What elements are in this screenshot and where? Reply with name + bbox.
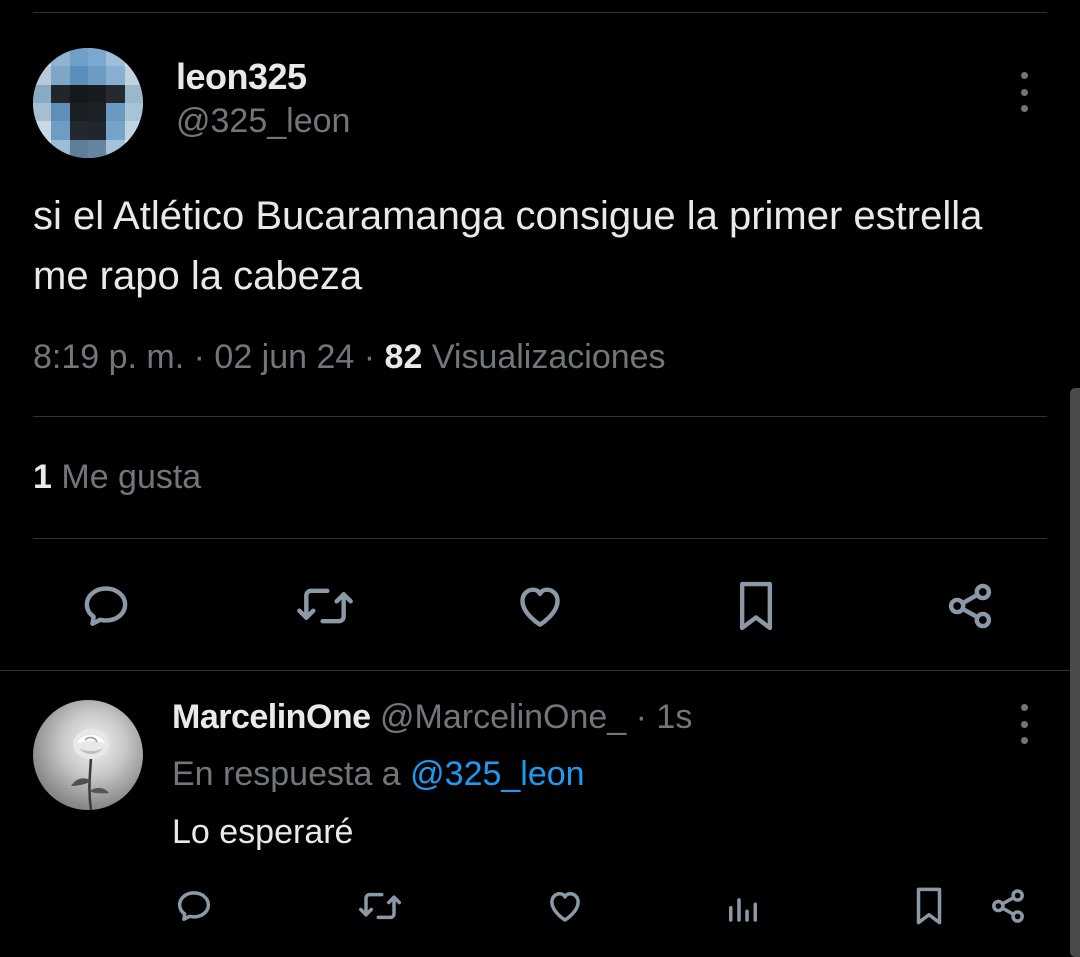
rose-avatar-image <box>71 729 109 810</box>
reply-more-options-icon[interactable] <box>1018 704 1030 744</box>
meta-separator: · <box>354 338 385 376</box>
divider <box>33 416 1047 417</box>
reply-header: MarcelinOne @MarcelinOne_ · 1s <box>172 698 692 737</box>
in-reply-to-label: En respuesta a <box>172 755 411 793</box>
share-icon <box>992 889 1024 923</box>
reply-author-handle[interactable]: @MarcelinOne_ <box>380 698 626 736</box>
reply-author-name[interactable]: MarcelinOne <box>172 698 371 736</box>
retweet-icon <box>297 588 353 624</box>
like-icon <box>520 587 560 627</box>
reply-author-avatar[interactable] <box>33 700 143 810</box>
reply-bookmark-button[interactable] <box>905 880 953 932</box>
in-reply-to: En respuesta a @325_leon <box>172 755 585 794</box>
scrollbar[interactable] <box>1070 388 1080 957</box>
reply-reply-button[interactable] <box>170 882 218 930</box>
top-divider <box>33 12 1047 13</box>
share-icon <box>948 583 992 629</box>
thread-divider <box>0 670 1080 671</box>
retweet-button[interactable] <box>290 574 360 638</box>
reply-share-button[interactable] <box>984 882 1032 930</box>
like-icon <box>550 892 580 922</box>
reply-icon <box>177 891 211 922</box>
tweet-time[interactable]: 8:19 p. m. <box>33 338 184 376</box>
reply-retweet-button[interactable] <box>354 882 406 930</box>
bookmark-button[interactable] <box>724 574 788 638</box>
reply-like-button[interactable] <box>541 882 589 930</box>
analytics-icon <box>729 898 757 922</box>
reply-time[interactable]: 1s <box>656 698 692 736</box>
in-reply-to-handle-link[interactable]: @325_leon <box>410 755 584 793</box>
likes-label: Me gusta <box>51 458 202 496</box>
tweet-meta: 8:19 p. m. · 02 jun 24 · 82 Visualizacio… <box>33 338 666 377</box>
reply-button[interactable] <box>74 574 138 638</box>
tweet-text: si el Atlético Bucaramanga consigue la p… <box>33 194 983 298</box>
reply-icon <box>84 586 128 626</box>
reply-text: Lo esperaré <box>172 813 354 851</box>
bookmark-icon <box>916 887 942 925</box>
pixelated-avatar-image <box>33 48 143 158</box>
author-display-name[interactable]: leon325 <box>176 56 307 98</box>
likes-count: 1 <box>33 458 52 496</box>
tweet-date[interactable]: 02 jun 24 <box>214 338 354 376</box>
views-count: 82 <box>384 338 423 376</box>
more-options-icon[interactable] <box>1018 72 1030 112</box>
bookmark-icon <box>739 581 773 631</box>
tweet-detail-page: leon325 @325_leon si el Atlético Bucaram… <box>0 0 1080 957</box>
divider <box>33 538 1047 539</box>
retweet-icon <box>359 892 401 920</box>
share-button[interactable] <box>938 574 1002 638</box>
views-label: Visualizaciones <box>422 338 666 376</box>
meta-separator: · <box>184 338 215 376</box>
reply-time-separator: · <box>626 698 657 736</box>
reply-analytics-button[interactable] <box>719 882 767 930</box>
author-handle[interactable]: @325_leon <box>176 102 350 141</box>
author-avatar[interactable] <box>33 48 143 158</box>
like-button[interactable] <box>508 574 572 638</box>
likes-summary[interactable]: 1 Me gusta <box>33 458 201 497</box>
